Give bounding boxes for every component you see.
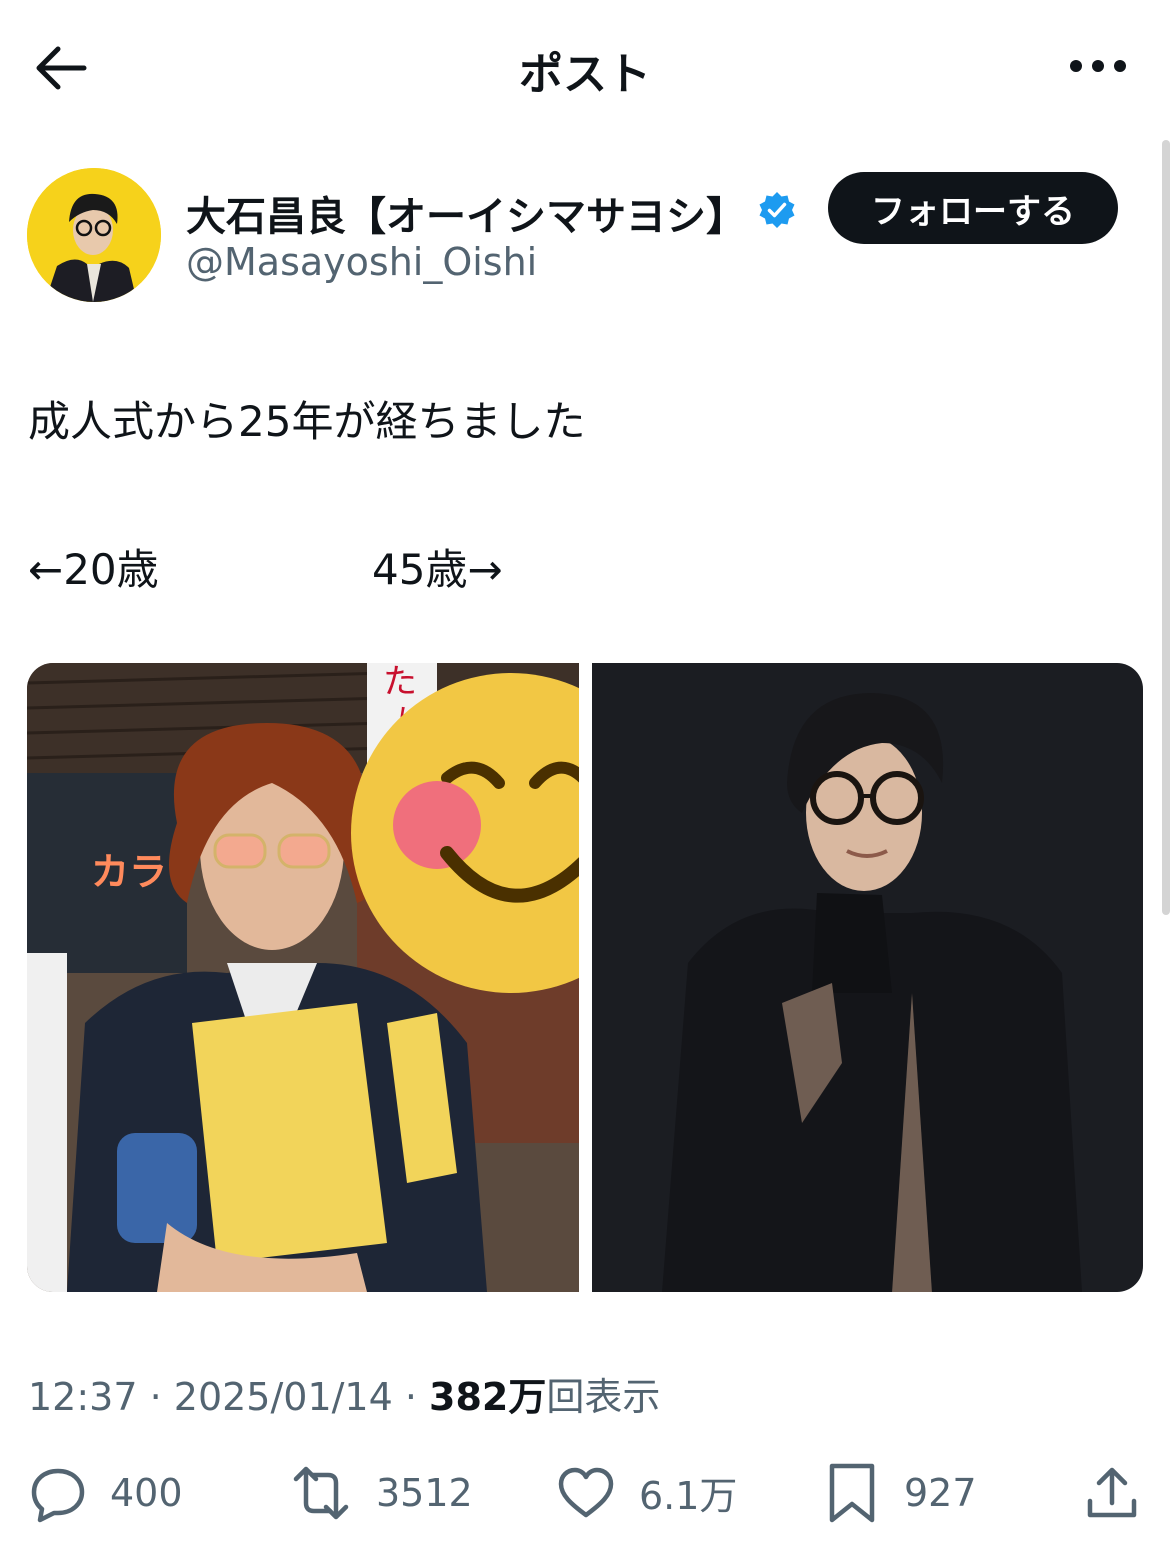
verified-badge-icon bbox=[759, 192, 795, 228]
reply-count: 400 bbox=[110, 1470, 183, 1515]
follow-button[interactable]: フォローする bbox=[828, 172, 1118, 244]
view-count: 382万 bbox=[429, 1375, 547, 1419]
svg-text:カラ: カラ bbox=[91, 850, 167, 894]
like-count: 6.1万 bbox=[639, 1474, 738, 1518]
repost-count: 3512 bbox=[376, 1470, 473, 1515]
meta-separator: · bbox=[392, 1375, 430, 1419]
reply-button[interactable]: 400 bbox=[28, 1455, 183, 1530]
post-date: 2025/01/14 bbox=[173, 1375, 393, 1419]
post-time: 12:37 bbox=[28, 1375, 138, 1419]
bookmark-icon bbox=[829, 1463, 875, 1522]
repost-button[interactable]: 3512 bbox=[288, 1455, 473, 1530]
more-icon[interactable] bbox=[1066, 44, 1130, 88]
top-bar: ポスト bbox=[0, 0, 1170, 135]
share-button[interactable] bbox=[1082, 1455, 1142, 1530]
like-button[interactable]: 6.1万 bbox=[555, 1455, 737, 1530]
post-text-line: 45歳→ bbox=[372, 545, 503, 594]
bookmark-count: 927 bbox=[904, 1470, 977, 1515]
page-title: ポスト bbox=[519, 49, 651, 100]
photo-age-45[interactable] bbox=[592, 663, 1143, 1292]
post-text-line: 成人式から25年が経ちました bbox=[28, 397, 586, 446]
photo-age-20[interactable]: カラ た ば bbox=[27, 663, 579, 1292]
meta-separator: · bbox=[137, 1375, 174, 1419]
author-name[interactable]: 大石昌良【オーイシマサヨシ】 bbox=[186, 184, 746, 242]
author-handle[interactable]: @Masayoshi_Oishi bbox=[186, 240, 537, 284]
svg-text:た: た bbox=[383, 663, 417, 702]
reply-icon bbox=[31, 1468, 85, 1522]
share-icon bbox=[1087, 1467, 1137, 1517]
repost-icon bbox=[293, 1466, 349, 1519]
post-text-line: ←20歳 bbox=[28, 545, 159, 594]
post-meta: 12:37 · 2025/01/14 · 382万回表示 bbox=[28, 1366, 660, 1421]
view-label: 回表示 bbox=[546, 1375, 661, 1419]
bookmark-button[interactable]: 927 bbox=[822, 1455, 977, 1530]
like-icon bbox=[558, 1467, 614, 1517]
action-bar: 400 3512 6.1万 927 bbox=[0, 1455, 1170, 1530]
post-media: カラ た ば bbox=[27, 663, 1143, 1292]
scrollbar[interactable] bbox=[1162, 140, 1170, 915]
avatar[interactable] bbox=[27, 168, 161, 302]
